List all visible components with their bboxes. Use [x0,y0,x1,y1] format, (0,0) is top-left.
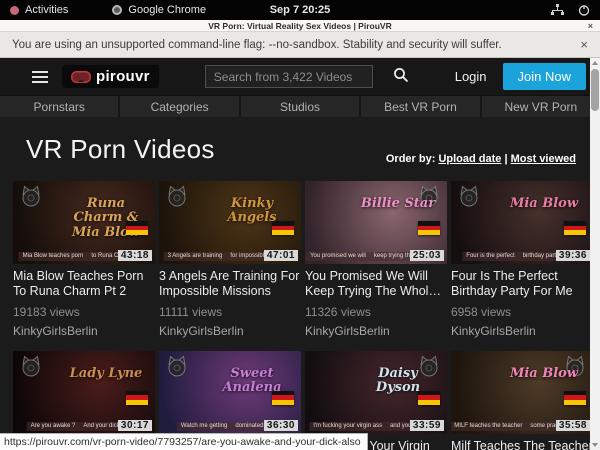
nav-item-categories[interactable]: Categories [120,95,240,117]
nav-item-best-vr-porn[interactable]: Best VR Porn [361,95,481,117]
infobar-message: You are using an unsupported command-lin… [12,39,502,51]
video-studio-link[interactable]: KinkyGirlsBerlin [13,324,155,338]
video-studio-link[interactable]: KinkyGirlsBerlin [451,324,593,338]
search-button[interactable] [393,67,409,86]
german-flag-icon [418,221,440,235]
studio-cat-mask-icon [165,185,189,207]
nav-item-pornstars[interactable]: Pornstars [0,95,120,117]
video-studio-link[interactable]: KinkyGirlsBerlin [305,324,447,338]
site-header: pirouvr Login Join Now [0,58,600,95]
german-flag-icon [272,391,294,405]
german-flag-icon [126,391,148,405]
network-icon[interactable] [551,4,564,16]
video-thumbnail[interactable]: Lady Lyne Are you awake ?And your dick a… [13,351,155,434]
german-flag-icon [126,221,148,235]
order-upload-date-link[interactable]: Upload date [438,153,501,165]
video-views: 6958 views [451,305,593,319]
video-card[interactable]: Billie Star You promised we willkeep try… [305,181,447,338]
video-card[interactable]: Mia Blow MILF teaches the teachersome pr… [451,351,593,450]
video-views: 19183 views [13,305,155,319]
video-card[interactable]: Kinky Angels 3 Angels are trainingfor im… [159,181,301,338]
german-flag-icon [418,391,440,405]
order-most-viewed-link[interactable]: Most viewed [511,153,576,165]
thumbnail-performer-name: Mia Blow [500,197,588,211]
thumbnail-performer-name: Mia Blow [500,367,588,381]
scrollbar-thumb[interactable] [591,69,599,111]
video-title-link[interactable]: Milf Teaches The Teacher Some Practical … [451,439,593,450]
page-scrollbar[interactable] [590,58,600,450]
nav-item-studios[interactable]: Studios [241,95,361,117]
video-duration-badge: 43:18 [118,250,152,261]
video-thumbnail[interactable]: Sweet Analena Watch me gettingdominated … [159,351,301,434]
order-by-controls: Order by: Upload date | Most viewed [386,153,576,165]
video-duration-badge: 30:17 [118,420,152,431]
window-close-icon[interactable]: × [588,20,593,32]
video-studio-link[interactable]: KinkyGirlsBerlin [159,324,301,338]
video-title-link[interactable]: You Promised We Will Keep Trying The Who… [305,269,447,299]
video-views: 11111 views [159,305,301,319]
search-input[interactable] [205,65,373,88]
login-link[interactable]: Login [455,69,487,84]
system-clock[interactable]: Sep 7 20:25 [0,4,600,16]
studio-cat-mask-icon [165,355,189,377]
german-flag-icon [564,391,586,405]
video-grid: Runa Charm & Mia Blow Mia Blow teaches p… [0,173,600,450]
video-title-link[interactable]: Four Is The Perfect Birthday Party For M… [451,269,593,299]
german-flag-icon [564,221,586,235]
order-by-label: Order by: [386,153,436,165]
video-title-link[interactable]: Mia Blow Teaches Porn To Runa Charm Pt 2 [13,269,155,299]
chrome-warning-infobar: You are using an unsupported command-lin… [0,32,600,58]
main-nav: PornstarsCategoriesStudiosBest VR PornNe… [0,95,600,117]
infobar-close-icon[interactable]: × [580,38,588,51]
video-thumbnail[interactable]: Daisy Dyson I'm fucking your virgin assa… [305,351,447,434]
power-icon[interactable] [578,4,590,16]
video-duration-badge: 25:03 [410,250,444,261]
thumbnail-performer-name: Billie Star [354,197,442,211]
site-logo[interactable]: pirouvr [62,65,159,88]
video-card[interactable]: Runa Charm & Mia Blow Mia Blow teaches p… [13,181,155,338]
german-flag-icon [272,221,294,235]
window-title-bar: VR Porn: Virtual Reality Sex Videos | Pi… [0,20,600,32]
join-now-button[interactable]: Join Now [503,63,586,90]
video-duration-badge: 47:01 [264,250,298,261]
search-icon [393,67,409,83]
video-thumbnail[interactable]: Kinky Angels 3 Angels are trainingfor im… [159,181,301,264]
site-logo-text: pirouvr [96,68,150,85]
video-thumbnail[interactable]: Runa Charm & Mia Blow Mia Blow teaches p… [13,181,155,264]
video-duration-badge: 33:59 [410,420,444,431]
browser-viewport: pirouvr Login Join Now PornstarsCategori… [0,58,600,450]
scrollbar-down-arrow-icon[interactable] [590,440,600,450]
menu-hamburger-icon[interactable] [32,71,48,83]
window-title: VR Porn: Virtual Reality Sex Videos | Pi… [208,21,391,31]
vr-goggles-icon [71,71,91,83]
video-duration-badge: 35:58 [556,420,590,431]
video-thumbnail[interactable]: Billie Star You promised we willkeep try… [305,181,447,264]
studio-cat-mask-icon [457,185,481,207]
system-top-bar: Activities Google Chrome Sep 7 20:25 [0,0,600,20]
page-title: VR Porn Videos [26,134,215,165]
video-duration-badge: 39:36 [556,250,590,261]
video-thumbnail[interactable]: Mia Blow Four is the perfectbirthday par… [451,181,593,264]
nav-item-new-vr-porn[interactable]: New VR Porn [482,95,600,117]
video-thumbnail[interactable]: Mia Blow MILF teaches the teachersome pr… [451,351,593,434]
thumbnail-performer-name: Lady Lyne [62,367,150,381]
link-target-status-tooltip: https://pirouvr.com/vr-porn-video/779325… [0,433,368,450]
video-duration-badge: 36:30 [264,420,298,431]
video-views: 11326 views [305,305,447,319]
scrollbar-up-arrow-icon[interactable] [590,58,600,68]
video-title-link[interactable]: 3 Angels Are Training For Impossible Mis… [159,269,301,299]
video-card[interactable]: Mia Blow Four is the perfectbirthday par… [451,181,593,338]
studio-cat-mask-icon [19,185,43,207]
studio-cat-mask-icon [19,355,43,377]
